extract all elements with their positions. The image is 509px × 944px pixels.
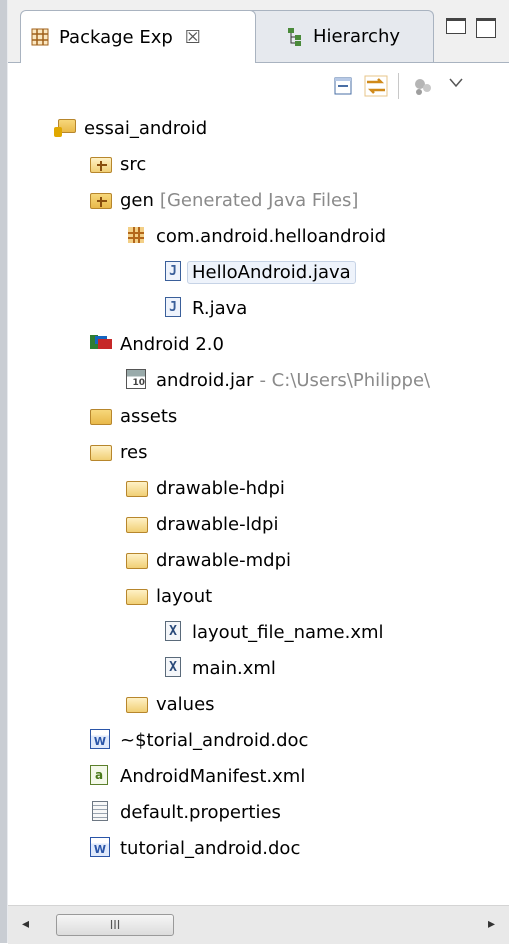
- tree-item-gen[interactable]: gen [Generated Java Files]: [90, 183, 358, 217]
- horizontal-scrollbar[interactable]: ◂ III ▸: [8, 905, 509, 944]
- java-file-icon: J: [162, 297, 184, 319]
- tree-item-helloandroid-java[interactable]: J HelloAndroid.java: [162, 255, 356, 289]
- folder-icon: [126, 477, 148, 499]
- folder-icon: [126, 585, 148, 607]
- tree-item-drawable-hdpi[interactable]: drawable-hdpi: [126, 471, 285, 505]
- tree-item-package[interactable]: com.android.helloandroid: [126, 219, 386, 253]
- package-icon: [126, 225, 148, 247]
- project-icon: [54, 117, 76, 139]
- properties-file-icon: [90, 801, 112, 823]
- tree-item-label: R.java: [192, 297, 248, 319]
- tree-item-androidmanifest-xml[interactable]: a AndroidManifest.xml: [90, 759, 305, 793]
- view-toolbar: [8, 63, 509, 107]
- view-menu-chevron-down-icon[interactable]: [448, 73, 464, 94]
- tree-item-android-jar[interactable]: 10 android.jar - C:\Users\Philippe\: [126, 363, 430, 397]
- close-icon[interactable]: ☒: [185, 27, 201, 48]
- maximize-button[interactable]: [476, 18, 496, 38]
- tree-item-label: ~$torial_android.doc: [120, 729, 309, 751]
- tree-item-label: main.xml: [192, 657, 276, 679]
- folder-icon: [126, 693, 148, 715]
- source-folder-icon: [90, 189, 112, 211]
- word-doc-icon: W: [90, 729, 112, 751]
- tree-item-label: HelloAndroid.java: [187, 260, 356, 284]
- tree-item-layout[interactable]: layout: [126, 579, 212, 613]
- tree-item-label: drawable-mdpi: [156, 549, 291, 571]
- focus-on-working-set-icon[interactable]: [412, 75, 434, 102]
- tree-item-label: android.jar: [156, 369, 254, 391]
- tree-item-decoration: [Generated Java Files]: [159, 189, 359, 211]
- tree-item-res[interactable]: res: [90, 435, 147, 469]
- scroll-left-arrow-icon[interactable]: ◂: [22, 916, 29, 932]
- minimize-button[interactable]: [446, 18, 466, 34]
- manifest-icon: a: [90, 765, 112, 787]
- tree-item-label: assets: [120, 405, 178, 427]
- tree-item-label: Android 2.0: [120, 333, 224, 355]
- tree-item-drawable-mdpi[interactable]: drawable-mdpi: [126, 543, 291, 577]
- tree-item-label: layout_file_name.xml: [192, 621, 384, 643]
- scroll-right-arrow-icon[interactable]: ▸: [488, 916, 495, 932]
- tree-item-label: values: [156, 693, 215, 715]
- collapse-all-icon[interactable]: [332, 75, 354, 102]
- hierarchy-icon: [287, 27, 303, 47]
- folder-icon: [126, 513, 148, 535]
- xml-file-icon: X: [162, 657, 184, 679]
- tree-item-tutorial-doc[interactable]: W tutorial_android.doc: [90, 831, 300, 865]
- jar-icon: 10: [126, 369, 148, 391]
- package-explorer-tree: essai_android src gen [Generated Java Fi…: [8, 107, 509, 877]
- tree-item-label: tutorial_android.doc: [120, 837, 301, 859]
- tree-item-label: drawable-hdpi: [156, 477, 285, 499]
- tree-item-label: AndroidManifest.xml: [120, 765, 306, 787]
- folder-icon: [126, 549, 148, 571]
- tree-item-label: layout: [156, 585, 213, 607]
- tab-package-explorer[interactable]: Package Exp ☒: [20, 10, 256, 63]
- xml-file-icon: X: [162, 621, 184, 643]
- tab-hierarchy[interactable]: Hierarchy: [246, 10, 434, 62]
- tree-item-layout-file-name-xml[interactable]: X layout_file_name.xml: [162, 615, 384, 649]
- tree-item-drawable-ldpi[interactable]: drawable-ldpi: [126, 507, 278, 541]
- folder-icon: [90, 405, 112, 427]
- tree-item-label: com.android.helloandroid: [156, 225, 387, 247]
- toolbar-separator: [398, 73, 399, 99]
- tab-hierarchy-label: Hierarchy: [313, 26, 401, 47]
- library-icon: [90, 333, 112, 355]
- tree-item-main-xml[interactable]: X main.xml: [162, 651, 276, 685]
- tree-item-android-2-0[interactable]: Android 2.0: [90, 327, 224, 361]
- tree-item-label: gen: [120, 189, 154, 211]
- scrollbar-thumb[interactable]: III: [56, 914, 174, 936]
- tree-item-essai-android[interactable]: essai_android: [54, 111, 207, 145]
- view-window-controls: [446, 18, 496, 38]
- tree-item-temp-doc[interactable]: W ~$torial_android.doc: [90, 723, 308, 757]
- tree-item-label: res: [120, 441, 148, 463]
- source-folder-icon: [90, 153, 112, 175]
- view-tab-bar: Hierarchy Package Exp ☒: [8, 0, 509, 63]
- tab-package-explorer-label: Package Exp: [59, 26, 173, 48]
- window-left-edge: [0, 0, 7, 943]
- java-file-icon: J: [162, 261, 184, 283]
- folder-icon: [90, 441, 112, 463]
- package-explorer-icon: [31, 28, 49, 46]
- link-with-editor-icon[interactable]: [364, 75, 388, 102]
- tree-item-label: essai_android: [84, 117, 208, 139]
- tree-item-label: drawable-ldpi: [156, 513, 279, 535]
- tree-item-assets[interactable]: assets: [90, 399, 177, 433]
- tree-item-label: src: [120, 153, 147, 175]
- word-doc-icon: W: [90, 837, 112, 859]
- tree-item-values[interactable]: values: [126, 687, 215, 721]
- tree-item-decoration: - C:\Users\Philippe\: [259, 369, 431, 391]
- tree-item-label: default.properties: [120, 801, 281, 823]
- tree-item-r-java[interactable]: J R.java: [162, 291, 247, 325]
- tree-item-default-properties[interactable]: default.properties: [90, 795, 281, 829]
- tree-item-src[interactable]: src: [90, 147, 146, 181]
